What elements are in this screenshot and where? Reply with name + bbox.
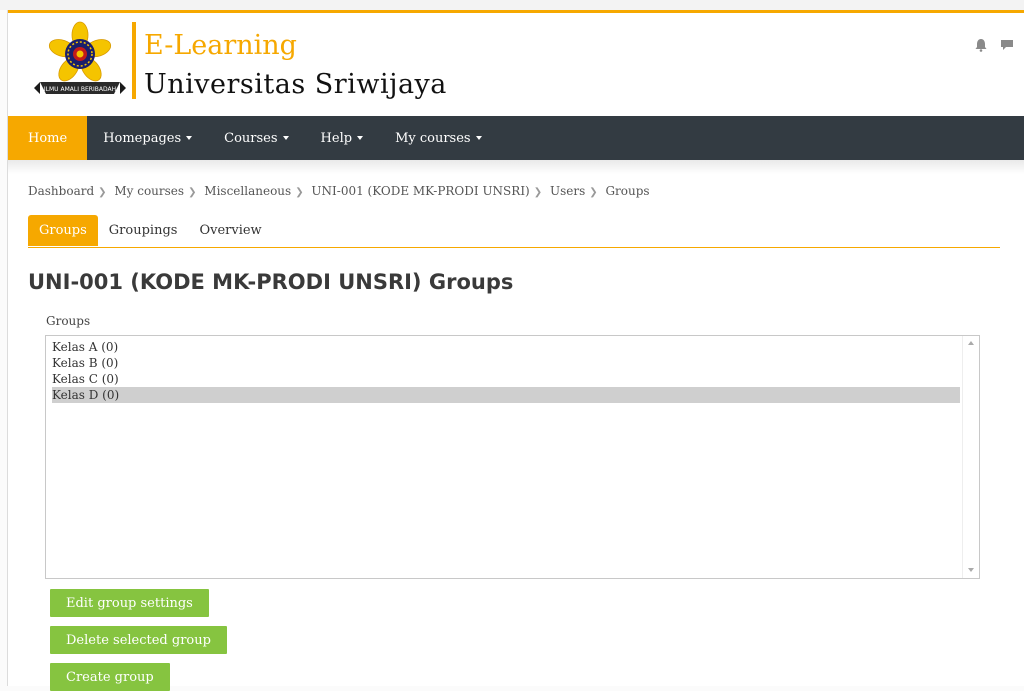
nav-courses-label: Courses [224, 130, 278, 146]
groups-label: Groups [46, 314, 91, 328]
nav-homepages[interactable]: Homepages [87, 116, 208, 160]
window-top-strip [0, 0, 1024, 10]
breadcrumb-miscellaneous[interactable]: Miscellaneous [204, 184, 291, 198]
tab-overview[interactable]: Overview [188, 215, 272, 246]
group-option-kelas-a[interactable]: Kelas A (0) [52, 339, 960, 355]
logo-motto: ILMU AMALI BERIBADAH [44, 86, 116, 93]
nav-home-label: Home [28, 130, 68, 146]
chevron-right-icon: ❯ [188, 187, 197, 198]
tab-groups[interactable]: Groups [28, 215, 98, 246]
chevron-right-icon: ❯ [589, 187, 598, 198]
brand-divider [132, 22, 136, 99]
edit-group-settings-button[interactable]: Edit group settings [50, 589, 209, 617]
scroll-up-arrow-icon[interactable] [968, 341, 974, 345]
chevron-right-icon: ❯ [295, 187, 304, 198]
site-name-line2[interactable]: Universitas Sriwijaya [144, 68, 447, 102]
nav-homepages-label: Homepages [103, 130, 182, 146]
group-option-kelas-c[interactable]: Kelas C (0) [52, 371, 960, 387]
header-actions [974, 38, 1014, 56]
tab-groupings[interactable]: Groupings [98, 215, 189, 246]
breadcrumb-groups: Groups [605, 184, 650, 198]
breadcrumb-users[interactable]: Users [550, 184, 585, 198]
scroll-down-arrow-icon[interactable] [968, 568, 974, 572]
caret-down-icon [186, 136, 193, 140]
listbox-scrollbar[interactable] [962, 336, 979, 578]
chevron-right-icon: ❯ [533, 187, 543, 198]
university-emblem-icon[interactable]: ILMU AMALI BERIBADAH [30, 18, 130, 102]
nav-my-courses[interactable]: My courses [379, 116, 498, 160]
chat-icon[interactable] [1000, 38, 1014, 56]
nav-help-label: Help [320, 130, 353, 146]
breadcrumb-dashboard[interactable]: Dashboard [28, 184, 94, 198]
nav-home[interactable]: Home [8, 116, 88, 160]
create-group-button[interactable]: Create group [50, 663, 170, 691]
group-tabs: Groups Groupings Overview [28, 215, 1000, 248]
breadcrumb: Dashboard ❯ My courses ❯ Miscellaneous ❯ UN… [28, 184, 650, 198]
site-name-line1[interactable]: E-Learning [144, 30, 297, 62]
delete-selected-group-button[interactable]: Delete selected group [50, 626, 227, 654]
chevron-right-icon: ❯ [98, 187, 107, 198]
caret-down-icon [475, 136, 482, 140]
groups-listbox[interactable]: Kelas A (0) Kelas B (0) Kelas C (0) Kela… [45, 335, 980, 579]
caret-down-icon [357, 136, 364, 140]
nav-help[interactable]: Help [305, 116, 380, 160]
bell-icon[interactable] [974, 38, 988, 56]
page-title: UNI-001 (KODE MK-PRODI UNSRI) Groups [28, 270, 514, 294]
main-navbar: Home Homepages Courses Help My courses [8, 116, 1024, 160]
group-option-kelas-d[interactable]: Kelas D (0) [52, 387, 960, 403]
group-option-kelas-b[interactable]: Kelas B (0) [52, 355, 960, 371]
nav-courses[interactable]: Courses [208, 116, 304, 160]
nav-my-courses-label: My courses [395, 130, 471, 146]
caret-down-icon [282, 136, 289, 140]
navbar-shadow [8, 160, 1024, 174]
breadcrumb-my-courses[interactable]: My courses [114, 184, 184, 198]
breadcrumb-course[interactable]: UNI-001 (KODE MK-PRODI UNSRI) [311, 184, 529, 198]
